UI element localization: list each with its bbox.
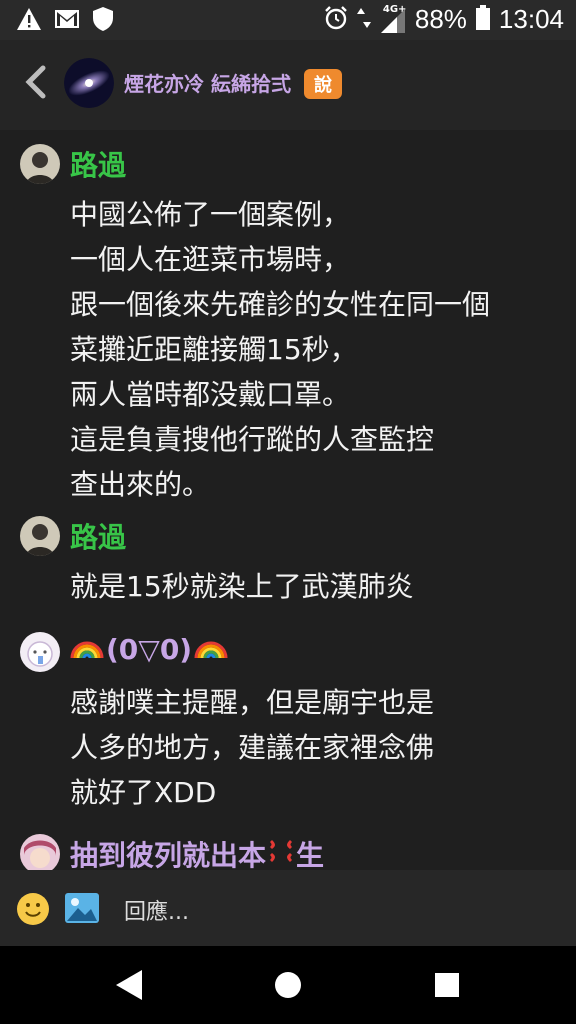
comment-list: 路過 中國公佈了一個案例， 一個人在逛菜市場時， 跟一個後來先確診的女性在同一個…	[0, 130, 576, 870]
rainbow-emoji	[70, 632, 104, 667]
gmail-icon	[54, 8, 80, 34]
home-circle-icon	[275, 972, 301, 998]
author-name-text: 抽到彼列就出本	[70, 839, 267, 870]
reply-bar: 回應...	[0, 870, 576, 946]
rainbow-emoji	[194, 632, 228, 667]
comment-author[interactable]: 路過	[70, 144, 126, 184]
battery-icon	[475, 4, 491, 35]
thread-header: 煙花亦冷 紜絺拾弍 說	[0, 40, 576, 130]
author-name-text: 生	[296, 839, 325, 870]
image-upload-button[interactable]	[64, 890, 100, 926]
smiley-icon	[17, 893, 49, 925]
man-portrait-avatar	[20, 516, 60, 556]
anger-emoji	[266, 837, 296, 871]
avatar[interactable]	[20, 516, 60, 556]
comment-text: 感謝噗主提醒，但是廟宇也是 人多的地方，建議在家裡念佛 就好了XDD	[70, 686, 435, 809]
cute-character-avatar	[20, 632, 60, 672]
anime-avatar	[20, 834, 60, 870]
avatar[interactable]	[20, 632, 60, 672]
comment-author[interactable]: 路過	[70, 516, 126, 556]
image-icon	[65, 893, 99, 923]
back-triangle-icon	[116, 970, 142, 1000]
nav-home-button[interactable]	[271, 968, 305, 1002]
nav-back-button[interactable]	[112, 968, 146, 1002]
emoji-button[interactable]	[16, 892, 50, 926]
thread-avatar[interactable]	[64, 58, 114, 108]
shield-icon	[92, 6, 114, 36]
author-name-text: (0▽0)	[106, 633, 193, 666]
data-arrows-icon	[356, 6, 371, 34]
comment-text: 中國公佈了一個案例， 一個人在逛菜市場時， 跟一個後來先確診的女性在同一個 菜攤…	[70, 198, 491, 501]
man-portrait-avatar	[20, 144, 60, 184]
status-bar: 4G+ 88% 13:04	[0, 0, 576, 40]
avatar[interactable]	[20, 834, 60, 870]
galaxy-icon	[64, 58, 114, 108]
nav-recents-button[interactable]	[430, 968, 464, 1002]
qualifier-badge: 說	[304, 69, 342, 99]
comment-text: 就是15秒就染上了武漢肺炎	[70, 570, 414, 603]
alarm-icon	[323, 5, 349, 35]
system-nav-bar	[0, 946, 576, 1024]
back-button[interactable]	[16, 62, 56, 106]
signal-icon: 4G+	[379, 4, 407, 34]
avatar[interactable]	[20, 144, 60, 184]
warning-icon	[16, 7, 42, 35]
chevron-left-icon	[24, 65, 48, 103]
thread-title: 煙花亦冷 紜絺拾弍	[124, 72, 291, 96]
battery-percentage: 88%	[414, 4, 467, 34]
recents-square-icon	[435, 973, 459, 997]
reply-input[interactable]: 回應...	[124, 894, 189, 926]
clock: 13:04	[498, 4, 564, 34]
comment-author[interactable]: 抽到彼列就出本 生	[70, 834, 324, 870]
comment-author[interactable]: (0▽0)	[70, 632, 228, 667]
